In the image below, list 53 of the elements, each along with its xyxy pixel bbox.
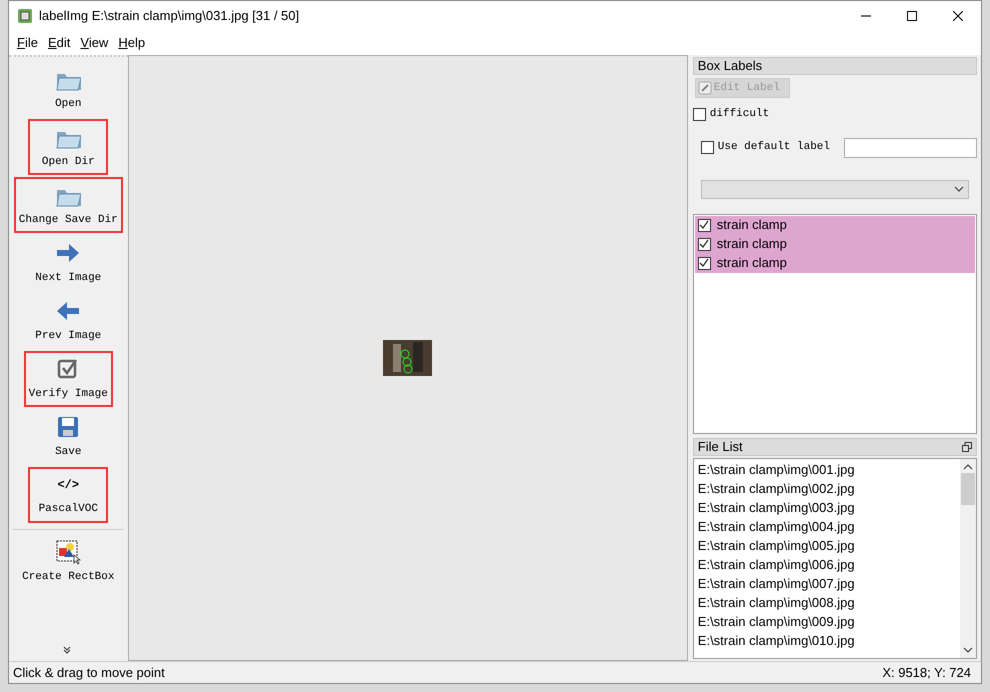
checkbox[interactable] (692, 108, 706, 121)
checkbox[interactable] (698, 218, 711, 232)
file-list-item[interactable]: E:\strain clamp\img\003.jpg (698, 498, 960, 516)
label-list-item[interactable]: strain clamp (694, 234, 975, 254)
photo-placeholder (383, 340, 432, 376)
menu-item[interactable]: Edit (44, 33, 74, 53)
toolbar-button[interactable]: Open (28, 61, 108, 117)
file-list-item[interactable]: E:\strain clamp\img\006.jpg (698, 554, 960, 574)
checkbox-label: Use default label (718, 140, 830, 156)
status-message: Click & drag to move point (13, 664, 165, 682)
file-list-item[interactable]: E:\strain clamp\img\009.jpg (698, 612, 960, 630)
checkbox-label: difficult (710, 107, 770, 122)
file-list-item[interactable]: E:\strain clamp\img\004.jpg (698, 516, 960, 536)
scroll-up-icon[interactable] (963, 462, 973, 470)
window-title: labelImg E:\strain clamp\img\031.jpg [31 / 50] (39, 7, 300, 26)
close-icon (953, 11, 963, 21)
toolbar-button[interactable]: Next Image (28, 235, 108, 291)
maximize-icon (907, 11, 917, 21)
panel-title: Box Labels (692, 57, 977, 75)
app-icon (17, 8, 33, 24)
code-icon: </> (57, 472, 80, 497)
file-list-item[interactable]: E:\strain clamp\img\007.jpg (698, 574, 960, 592)
file-list-item[interactable]: E:\strain clamp\img\008.jpg (698, 592, 960, 612)
scrollbar[interactable] (960, 458, 976, 658)
toolbar-button[interactable]: Change Save Dir (14, 177, 123, 233)
toolbar-button[interactable]: Prev Image (28, 293, 108, 349)
checkbox[interactable] (698, 256, 711, 270)
edit-icon (698, 81, 712, 95)
file-list-item[interactable]: E:\strain clamp\img\005.jpg (698, 536, 960, 554)
menu-item[interactable]: View (76, 33, 112, 53)
panel-title: File List (698, 438, 743, 456)
label-list-item[interactable]: strain clamp (694, 254, 975, 272)
file-list-item[interactable]: E:\strain clamp\img\002.jpg (698, 478, 960, 498)
restore-icon[interactable] (962, 442, 972, 452)
toolbar-button[interactable]: Save (28, 409, 108, 465)
toolbar-button[interactable]: Open Dir (28, 119, 108, 175)
file-list-item[interactable]: E:\strain clamp\img\010.jpg (698, 630, 960, 650)
caret-icon (954, 186, 964, 192)
rectangle-tool-icon (55, 538, 82, 565)
toolbar-button[interactable]: Verify Image (24, 351, 113, 407)
file-list-item[interactable]: E:\strain clamp\img\001.jpg (698, 460, 960, 478)
menu-item[interactable]: File (13, 33, 42, 53)
checkbox[interactable] (698, 238, 711, 250)
default-label-field[interactable] (844, 138, 977, 158)
menu-item[interactable]: Help (114, 33, 150, 53)
cursor-coordinates: X: 9518; Y: 724 (882, 664, 971, 682)
checkbox[interactable] (700, 141, 714, 154)
scrollbar-thumb[interactable] (961, 472, 975, 504)
double-chevron-icon[interactable] (63, 646, 71, 654)
toolbar-button[interactable]: Create RectBox (17, 534, 120, 590)
label-list-item[interactable]: strain clamp (694, 216, 975, 234)
toolbar-button[interactable]: </> PascalVOC (28, 467, 108, 523)
scroll-down-icon[interactable] (963, 646, 973, 654)
